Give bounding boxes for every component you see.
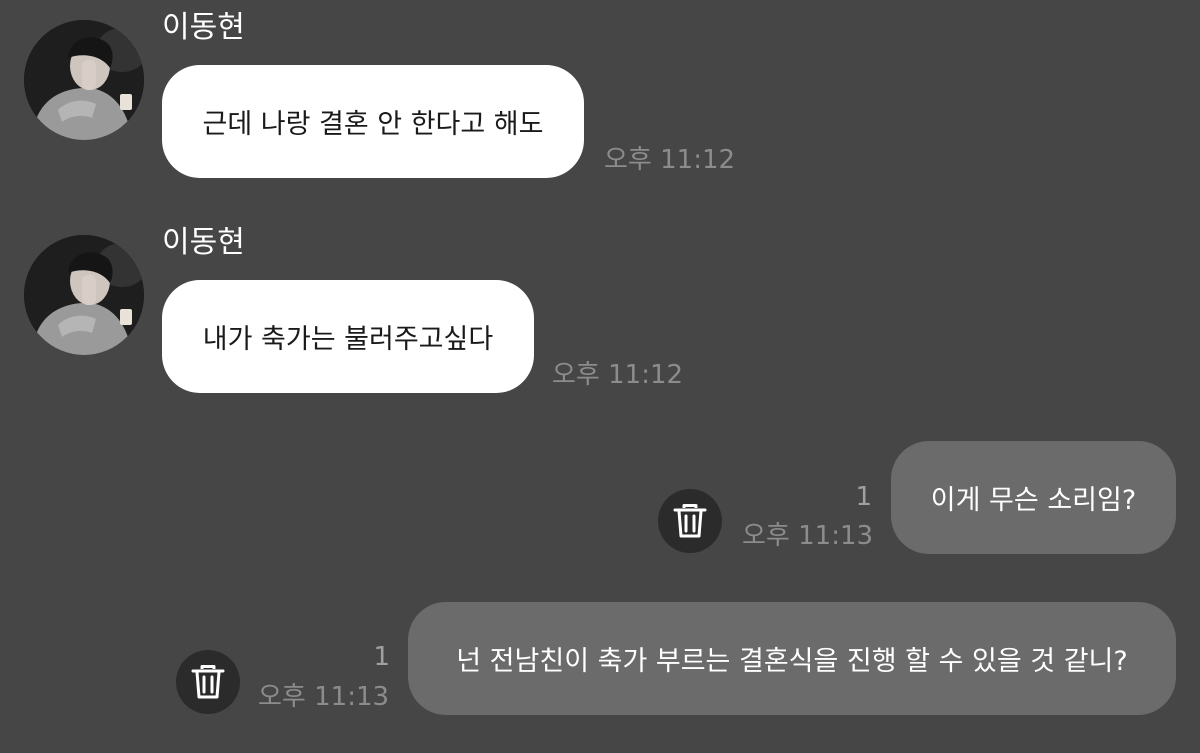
- sender-name: 이동현: [162, 10, 245, 45]
- message-bubble[interactable]: 내가 축가는 불러주고싶다: [162, 280, 534, 393]
- unread-count: 1: [855, 482, 872, 512]
- message-text: 근데 나랑 결혼 안 한다고 해도: [202, 109, 544, 140]
- message-timestamp: 오후 11:13: [742, 521, 874, 551]
- unread-count: 1: [373, 642, 390, 672]
- sender-avatar[interactable]: [24, 20, 144, 140]
- sender-name: 이동현: [162, 225, 245, 260]
- message-timestamp: 오후 11:12: [604, 145, 736, 175]
- message-bubble[interactable]: 넌 전남친이 축가 부르는 결혼식을 진행 할 수 있을 것 같니?: [408, 602, 1176, 715]
- message-bubble[interactable]: 근데 나랑 결혼 안 한다고 해도: [162, 65, 584, 178]
- message-timestamp: 오후 11:12: [552, 360, 684, 390]
- delete-message-button[interactable]: [176, 650, 240, 714]
- delete-message-button[interactable]: [658, 489, 722, 553]
- trash-icon: [191, 665, 225, 699]
- message-text: 이게 무슨 소리임?: [930, 485, 1137, 516]
- message-timestamp: 오후 11:13: [258, 682, 390, 712]
- message-bubble[interactable]: 이게 무슨 소리임?: [891, 441, 1176, 554]
- trash-icon: [673, 504, 707, 538]
- sender-avatar[interactable]: [24, 235, 144, 355]
- message-text: 넌 전남친이 축가 부르는 결혼식을 진행 할 수 있을 것 같니?: [456, 646, 1128, 677]
- message-text: 내가 축가는 불러주고싶다: [202, 324, 494, 355]
